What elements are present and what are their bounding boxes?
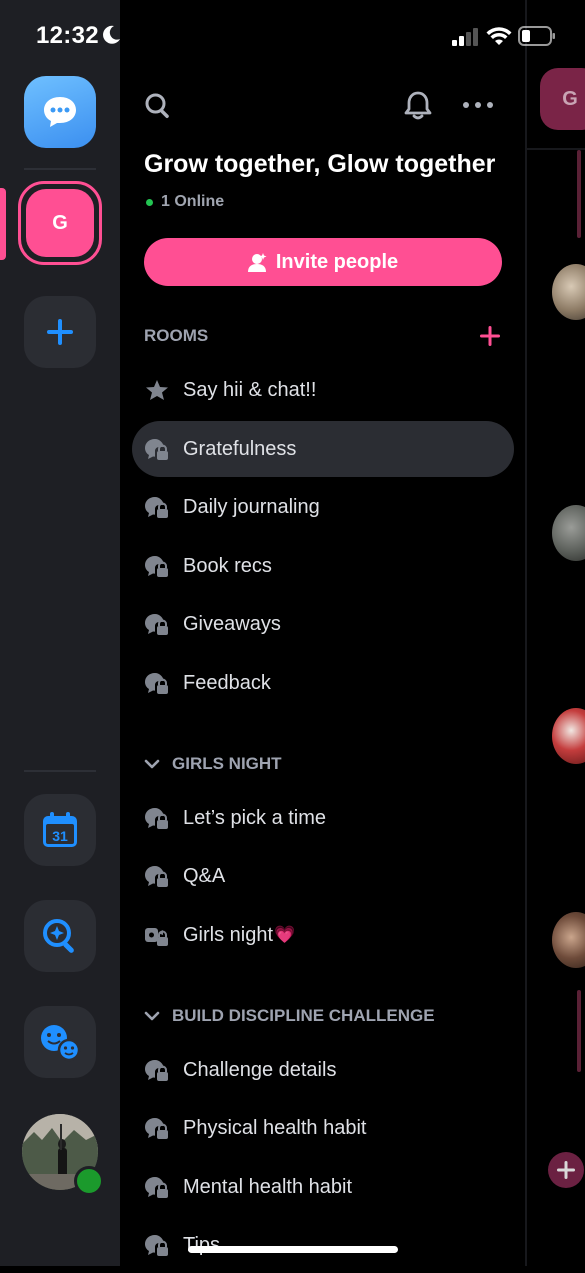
online-count-text: 1 Online <box>161 193 225 210</box>
chat-lock-icon <box>144 1116 170 1140</box>
plus-icon <box>557 1161 575 1179</box>
room-label: Feedback <box>183 671 271 694</box>
room-item[interactable]: Book recs <box>132 538 514 594</box>
invite-label: Invite people <box>275 250 399 273</box>
room-label: Tips <box>183 1233 221 1256</box>
bell-icon[interactable] <box>404 90 432 120</box>
room-item[interactable]: Daily journaling <box>132 479 514 535</box>
chat-lock-icon <box>144 671 170 695</box>
room-item[interactable]: Mental health habit <box>132 1159 514 1215</box>
explore-button[interactable] <box>24 900 96 972</box>
room-label: Challenge details <box>183 1058 337 1081</box>
server-title[interactable]: Grow together, Glow together <box>144 150 495 179</box>
chat-lock-icon <box>144 437 170 461</box>
room-label: Gratefulness <box>183 437 297 460</box>
section-rooms[interactable]: ROOMS <box>144 326 208 346</box>
room-item[interactable]: Say hii & chat!! <box>132 362 514 418</box>
room-item[interactable]: Physical health habit <box>132 1100 514 1156</box>
section-build-discipline[interactable]: BUILD DISCIPLINE CHALLENGE <box>144 1006 435 1026</box>
magnifier-sparkle-icon <box>43 919 74 953</box>
more-options-icon[interactable] <box>462 98 494 112</box>
online-dot-icon <box>146 198 153 206</box>
star-icon <box>144 378 170 402</box>
rail-divider <box>24 168 96 170</box>
chevron-down-icon <box>144 1011 160 1021</box>
search-icon[interactable] <box>144 92 172 120</box>
signal-icon <box>452 28 478 46</box>
message-avatar <box>552 264 585 320</box>
room-label: Physical health habit <box>183 1116 367 1139</box>
chat-header-server-icon: G <box>540 68 585 130</box>
events-button[interactable]: 31 <box>24 794 96 866</box>
add-attachment-button[interactable] <box>548 1152 584 1188</box>
moon-icon <box>103 25 120 44</box>
server-initial: G <box>26 189 94 257</box>
room-label: Q&A <box>183 864 226 887</box>
active-server-indicator <box>0 188 6 260</box>
rail-divider <box>24 770 96 772</box>
chat-lock-icon <box>144 495 170 519</box>
plus-icon <box>47 319 73 345</box>
room-item[interactable]: Girls night 💗 <box>132 907 514 963</box>
section-rooms-label: ROOMS <box>144 326 209 345</box>
section-girls-night[interactable]: GIRLS NIGHT <box>144 754 282 774</box>
battery-icon <box>518 26 555 46</box>
channel-panel: Grow together, Glow together 1 Online In… <box>120 0 526 1266</box>
room-label: Daily journaling <box>183 495 320 518</box>
message-avatar <box>552 708 585 764</box>
room-item[interactable]: Q&A <box>132 848 514 904</box>
room-label: Mental health habit <box>183 1175 353 1198</box>
direct-messages-button[interactable] <box>24 76 96 148</box>
section-girls-night-label: GIRLS NIGHT <box>172 754 282 773</box>
add-server-button[interactable] <box>24 296 96 368</box>
message-avatar <box>552 912 585 968</box>
server-rail: G 31 <box>0 0 120 1266</box>
room-item[interactable]: Tips <box>132 1217 514 1273</box>
chat-bubble-icon <box>44 97 76 127</box>
room-label: Girls night <box>183 923 274 946</box>
friends-button[interactable] <box>24 1006 96 1078</box>
room-item-active[interactable]: Gratefulness <box>132 421 514 477</box>
chat-lock-icon <box>144 1175 170 1199</box>
chat-header-divider <box>527 148 585 150</box>
room-item[interactable]: Let’s pick a time <box>132 790 514 846</box>
status-time: 12:32 <box>36 22 99 49</box>
smiley-faces-icon <box>41 1025 81 1062</box>
home-indicator <box>188 1246 398 1253</box>
room-label: Say hii & chat!! <box>183 378 317 401</box>
add-person-icon <box>247 253 267 272</box>
room-label: Let’s pick a time <box>183 806 327 829</box>
online-count: 1 Online <box>146 193 224 211</box>
chat-preview-strip[interactable]: G <box>527 0 585 1266</box>
status-bar: 12:32 <box>0 0 585 70</box>
video-lock-icon <box>144 923 170 947</box>
message-avatar <box>552 505 585 561</box>
heart-emoji-icon: 💗 <box>274 925 296 944</box>
room-item[interactable]: Giveaways <box>132 596 514 652</box>
room-label: Book recs <box>183 554 272 577</box>
chat-lock-icon <box>144 554 170 578</box>
server-button-active[interactable]: G <box>18 181 102 265</box>
wifi-icon <box>486 27 512 45</box>
invite-people-button[interactable]: Invite people <box>144 238 502 286</box>
calendar-icon: 31 <box>43 812 77 847</box>
chat-lock-icon <box>144 1058 170 1082</box>
chat-lock-icon <box>144 864 170 888</box>
section-build-discipline-label: BUILD DISCIPLINE CHALLENGE <box>172 1006 435 1025</box>
add-room-icon[interactable] <box>478 324 502 348</box>
chat-lock-icon <box>144 1233 170 1257</box>
user-online-indicator <box>74 1166 104 1196</box>
chat-lock-icon <box>144 612 170 636</box>
chevron-down-icon <box>144 759 160 769</box>
message-accent-bar <box>577 990 581 1072</box>
room-label: Giveaways <box>183 612 281 635</box>
room-item[interactable]: Feedback <box>132 655 514 711</box>
room-item[interactable]: Challenge details <box>132 1042 514 1098</box>
message-accent-bar <box>577 150 581 238</box>
chat-lock-icon <box>144 806 170 830</box>
calendar-day: 31 <box>52 828 68 844</box>
